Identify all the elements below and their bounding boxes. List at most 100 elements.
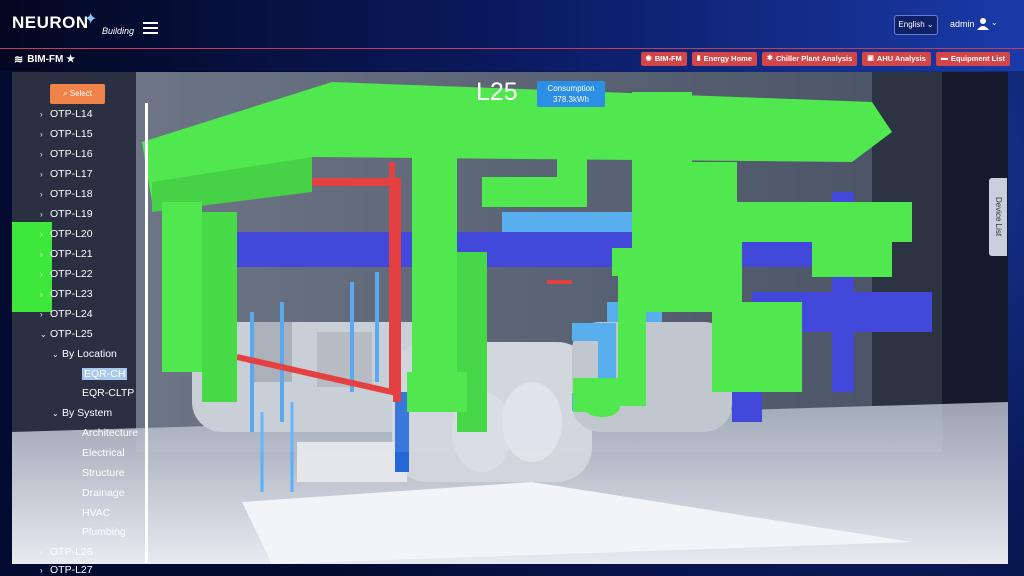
tree-item[interactable]: › OTP-L17 (40, 168, 93, 180)
tree-item-label: HVAC (82, 507, 111, 519)
tree-item-label: OTP-L19 (50, 208, 93, 220)
tree-item-label: OTP-L14 (50, 108, 93, 120)
menu-icon[interactable] (143, 22, 158, 34)
nav-bim-fm-button[interactable]: ◉ BIM-FM (640, 52, 687, 66)
nav-equipment-list-button[interactable]: ▬ Equipment List (935, 52, 1010, 66)
logo-subtitle: Building (102, 26, 135, 36)
top-header: NEURON ✦ Building English ⌄ admin ⌄ (0, 0, 1024, 48)
tree-item-label: EQR-CH (82, 368, 128, 380)
chevron-down-icon[interactable]: ⌄ (52, 409, 62, 418)
tree-item[interactable]: › OTP-L16 (40, 148, 93, 160)
tree-item[interactable]: Drainage (72, 487, 125, 499)
layers-icon: ≋ (14, 54, 24, 66)
select-label: Select (69, 89, 92, 98)
nav-label: AHU Analysis (876, 54, 926, 63)
tree-item[interactable]: › OTP-L26 (40, 546, 93, 558)
tree-item[interactable]: › OTP-L22 (40, 268, 93, 280)
tree-item-label: Electrical (82, 447, 125, 459)
level-label: L25 (476, 78, 518, 106)
bar-chart-icon: ▮ (696, 55, 701, 62)
tree-item-label: OTP-L22 (50, 268, 93, 280)
chevron-down-icon[interactable]: ⌄ (40, 330, 50, 339)
tree-item[interactable]: EQR-CH (72, 368, 128, 380)
user-icon[interactable] (977, 17, 989, 30)
tree-item[interactable]: Electrical (72, 447, 125, 459)
tree-item[interactable]: ⌄ By System (52, 407, 112, 419)
chevron-right-icon[interactable]: › (40, 230, 50, 239)
tree-item[interactable]: › OTP-L18 (40, 188, 93, 200)
tree-item[interactable]: HVAC (72, 507, 110, 519)
tree-item-label: OTP-L17 (50, 168, 93, 180)
chevron-right-icon[interactable]: › (40, 150, 50, 159)
folder-icon: ▬ (940, 55, 948, 62)
tree-item[interactable]: › OTP-L20 (40, 228, 93, 240)
target-icon: ◉ (645, 55, 652, 62)
logo-spark-icon: ✦ (84, 11, 98, 28)
tree-item[interactable]: EQR-CLTP (72, 387, 134, 399)
settings-icon: ✱ (767, 55, 773, 62)
image-icon: ▣ (867, 55, 874, 62)
tree-item[interactable]: › OTP-L14 (40, 108, 93, 120)
tree-item-label: OTP-L24 (50, 308, 93, 320)
tree-item[interactable]: › OTP-L15 (40, 128, 93, 140)
tree-item-label: OTP-L27 (50, 564, 93, 576)
language-label: English (898, 20, 925, 29)
tree-item[interactable]: ⌄ OTP-L25 (40, 328, 93, 340)
logo-text: NEURON (12, 13, 89, 32)
module-nav: ◉ BIM-FM ▮ Energy Home ✱ Chiller Plant Anal… (640, 52, 1010, 66)
tree-item[interactable]: › OTP-L23 (40, 288, 93, 300)
module-title: ≋ BIM-FM ★ (14, 53, 75, 66)
chevron-right-icon[interactable]: › (40, 190, 50, 199)
chevron-right-icon[interactable]: › (40, 566, 50, 575)
language-select[interactable]: English ⌄ (894, 15, 938, 35)
tree-scrollbar[interactable] (145, 103, 148, 563)
tree-item-label: Structure (82, 467, 125, 479)
bim-model-render[interactable] (12, 72, 1008, 564)
tree-item[interactable]: ⌄ By Location (52, 348, 117, 360)
tree-item-label: OTP-L25 (50, 328, 93, 340)
tree-item[interactable]: Architecture (72, 427, 138, 439)
chevron-right-icon[interactable]: › (40, 250, 50, 259)
tree-item[interactable]: › OTP-L21 (40, 248, 93, 260)
tree-item[interactable]: › OTP-L27 (40, 564, 93, 576)
nav-label: Energy Home (703, 54, 752, 63)
tree-item-label: OTP-L20 (50, 228, 93, 240)
user-name[interactable]: admin (950, 19, 975, 29)
chevron-right-icon[interactable]: › (40, 548, 50, 557)
tree-item-label: Plumbing (82, 526, 126, 538)
chevron-right-icon[interactable]: › (40, 210, 50, 219)
chevron-right-icon[interactable]: › (40, 270, 50, 279)
consumption-value: 378.3kWh (552, 95, 590, 104)
tree-item[interactable]: › OTP-L24 (40, 308, 93, 320)
tree-item[interactable]: › OTP-L19 (40, 208, 93, 220)
chevron-right-icon[interactable]: › (40, 290, 50, 299)
tree-item[interactable]: Structure (72, 467, 125, 479)
select-button[interactable]: ⌕ Select (50, 84, 105, 104)
tree-item-label: OTP-L21 (50, 248, 93, 260)
tree-item-label: OTP-L16 (50, 148, 93, 160)
device-list-tab[interactable]: Device List (989, 178, 1007, 256)
chevron-down-icon[interactable]: ⌄ (52, 350, 62, 359)
chevron-right-icon[interactable]: › (40, 110, 50, 119)
tree-item-label: OTP-L15 (50, 128, 93, 140)
tree-item-label: EQR-CLTP (82, 387, 135, 399)
chevron-right-icon[interactable]: › (40, 130, 50, 139)
nav-ahu-analysis-button[interactable]: ▣ AHU Analysis (862, 52, 931, 66)
tree-item-label: Drainage (82, 487, 125, 499)
tree-item[interactable]: Plumbing (72, 526, 126, 538)
chevron-right-icon[interactable]: › (40, 310, 50, 319)
level-tree-panel: ⌕ Select › OTP-L14 › OTP-L15 › OTP-L16 › OTP-L1… (12, 72, 150, 576)
chevron-right-icon[interactable]: › (40, 170, 50, 179)
nav-energy-home-button[interactable]: ▮ Energy Home (691, 52, 757, 66)
tree-item-label: By System (62, 407, 113, 419)
consumption-badge: Consumption 378.3kWh (537, 81, 605, 107)
nav-label: Equipment List (950, 54, 1005, 63)
chevron-down-icon[interactable]: ⌄ (991, 18, 998, 27)
tree-item-label: By Location (62, 348, 117, 360)
app-window: NEURON ✦ Building English ⌄ admin ⌄ ≋ BI… (0, 0, 1024, 576)
bim-3d-viewer[interactable] (12, 72, 1008, 564)
search-icon: ⌕ (63, 89, 68, 98)
module-title-label: BIM-FM ★ (27, 54, 76, 65)
logo: NEURON (12, 13, 89, 33)
nav-chiller-plant-button[interactable]: ✱ Chiller Plant Analysis (762, 52, 858, 66)
